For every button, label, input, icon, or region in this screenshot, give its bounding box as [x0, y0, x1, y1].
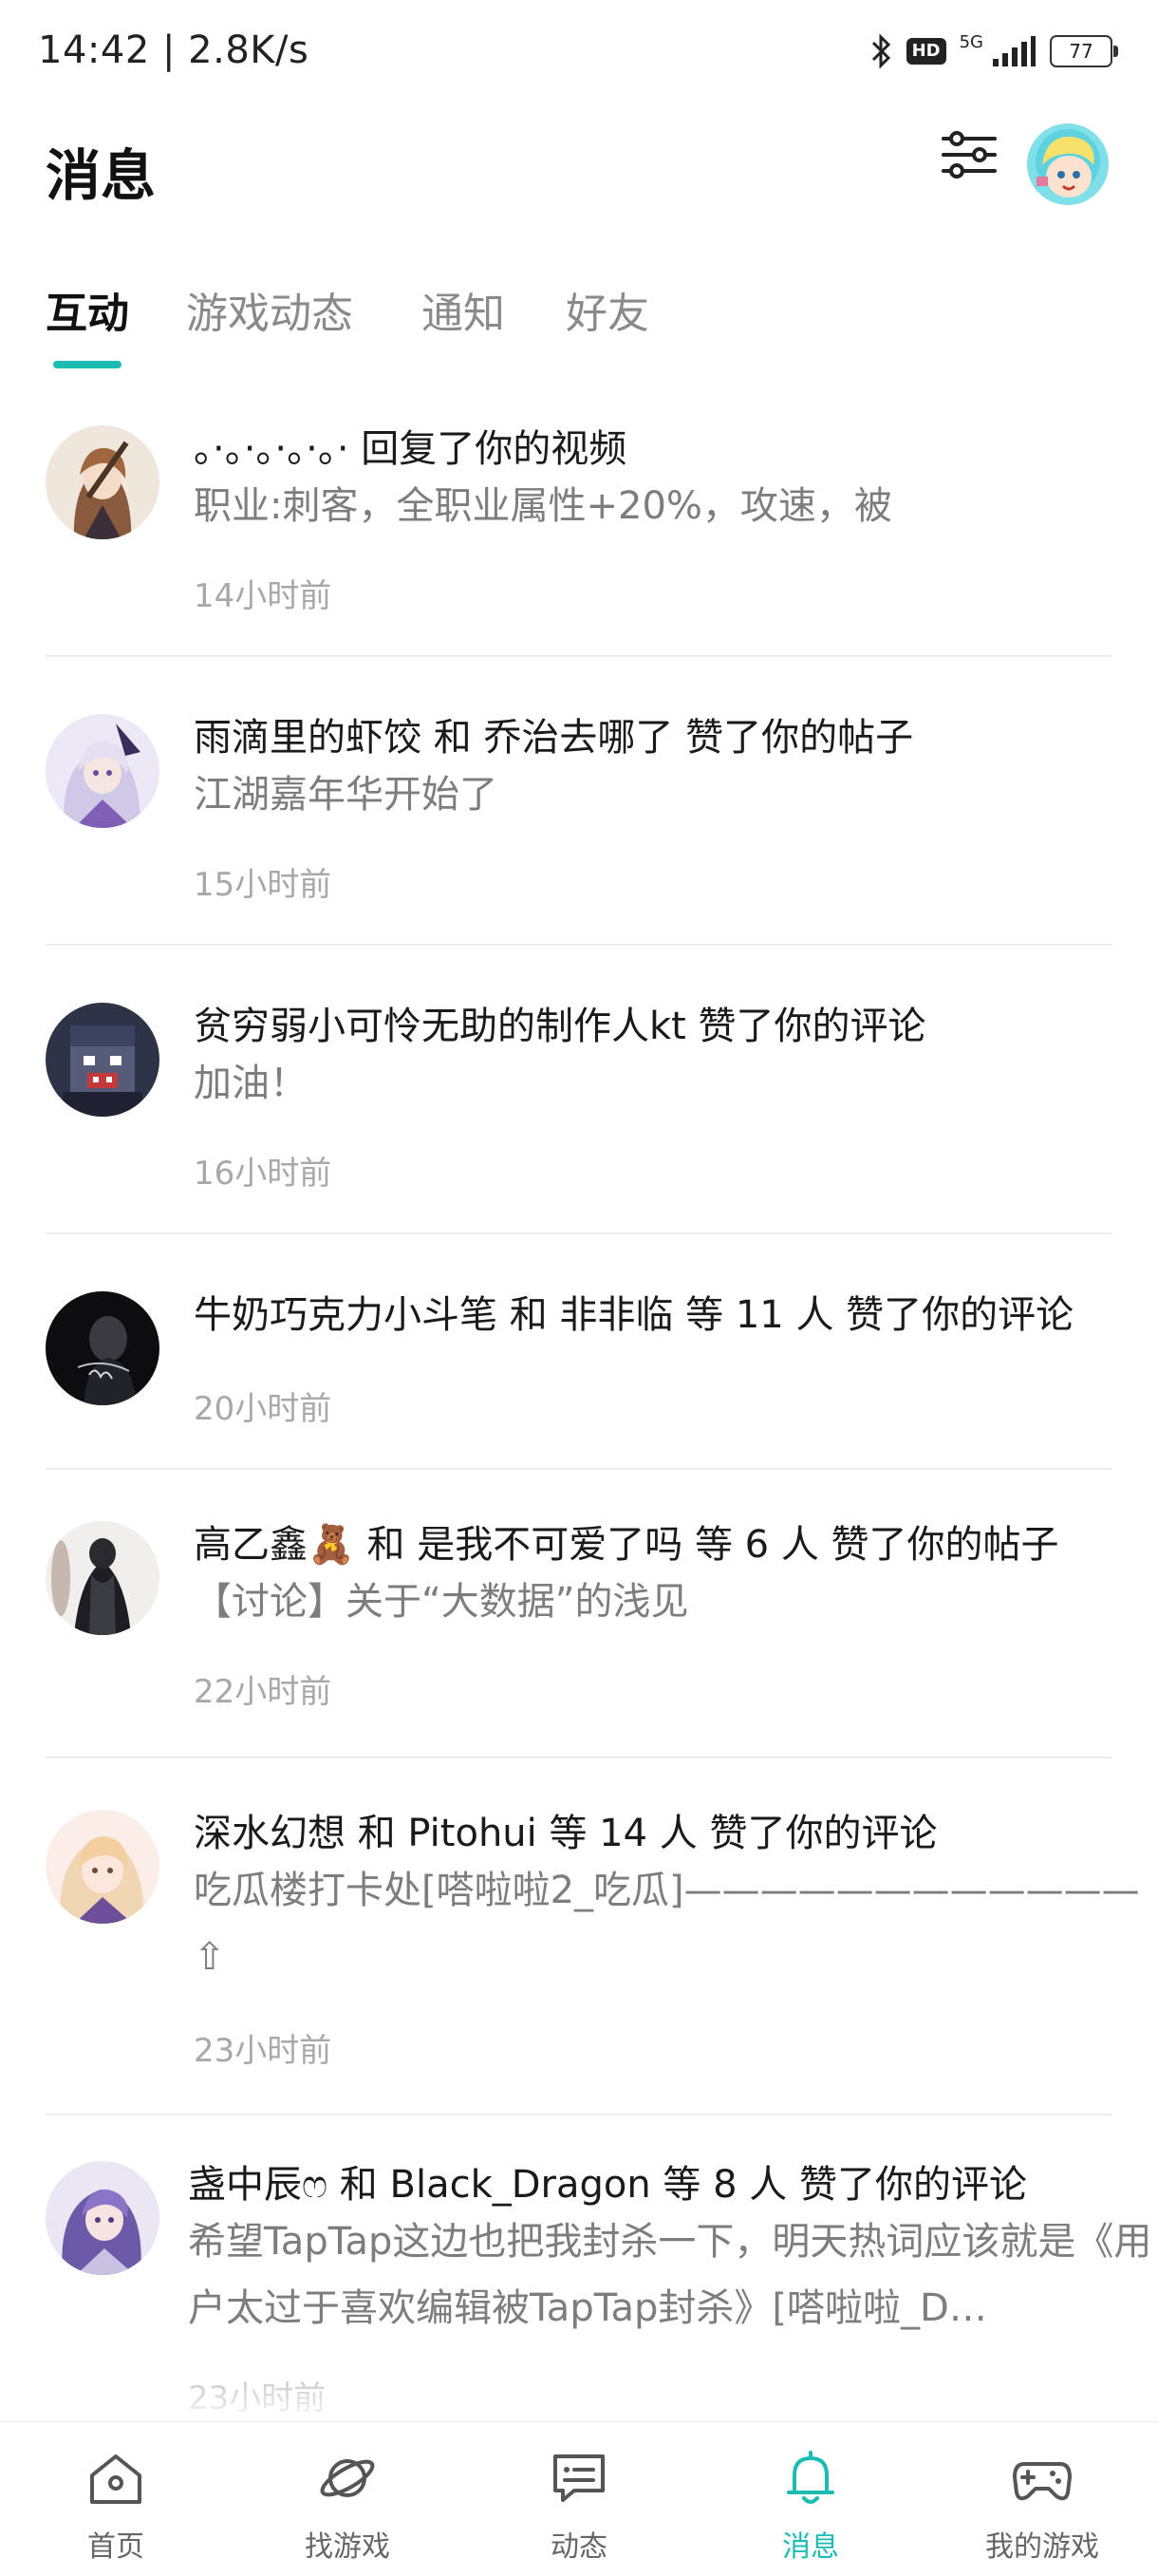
tab-game-updates[interactable]: 游戏动态: [186, 279, 353, 340]
message-title: 。·。·。·。·。· 回复了你的视频: [194, 427, 627, 471]
sender-avatar[interactable]: [46, 1291, 159, 1405]
nav-label: 消息: [782, 2530, 839, 2564]
planet-icon: [320, 2459, 375, 2497]
feed-icon: [553, 2454, 605, 2502]
sender-avatar[interactable]: [46, 425, 159, 539]
network-label: 5G: [959, 31, 983, 52]
status-time: 14:42 | 2.8K/s: [38, 28, 309, 72]
gamepad-icon: [1013, 2462, 1072, 2501]
message-time: 20小时前: [194, 1390, 332, 1428]
signal-icon: [993, 36, 1036, 66]
message-preview: 加油！: [194, 1062, 308, 1105]
filter-button[interactable]: [938, 123, 1000, 186]
status-bar: 14:42 | 2.8K/s HD 5G 77: [0, 0, 1158, 104]
settings-sliders-icon: [942, 131, 997, 179]
message-preview: 吃瓜楼打卡处[嗒啦啦2_吃瓜]————————————: [194, 1869, 1140, 1912]
message-item[interactable]: 高乙鑫🧸 和 是我不可爱了吗 等 6 人 赞了你的帖子 【讨论】关于“大数据”的…: [46, 1468, 1112, 1758]
battery-level: 77: [1069, 40, 1093, 63]
bottom-navigation: 首页 找游戏 动态 消息 我的游戏: [0, 2421, 1158, 2576]
bell-icon: [787, 2451, 834, 2504]
message-time: 14小时前: [194, 577, 332, 615]
message-tabs: 互动 游戏动态 通知 好友: [0, 266, 1158, 370]
battery-icon: 77: [1050, 35, 1118, 67]
tab-friends[interactable]: 好友: [566, 279, 649, 340]
nav-label: 找游戏: [305, 2530, 390, 2564]
page-title: 消息: [46, 143, 157, 208]
message-item[interactable]: 雨滴里的虾饺 和 乔治去哪了 赞了你的帖子 江湖嘉年华开始了 15小时前: [46, 655, 1112, 946]
message-title: 雨滴里的虾饺 和 乔治去哪了 赞了你的帖子: [194, 716, 914, 760]
home-icon: [90, 2454, 141, 2504]
nav-label: 动态: [551, 2530, 607, 2564]
message-title: 深水幻想 和 Pitohui 等 14 人 赞了你的评论: [194, 1812, 938, 1855]
bluetooth-icon: [871, 33, 890, 69]
message-preview: 职业:刺客，全职业属性+20%，攻速，被: [194, 484, 892, 528]
message-time: 16小时前: [194, 1155, 332, 1193]
tab-notifications[interactable]: 通知: [421, 279, 505, 340]
nav-home[interactable]: 首页: [21, 2445, 211, 2564]
header: 消息: [0, 104, 1158, 247]
message-preview-arrow: ⇧: [194, 1935, 226, 1979]
nav-my-games[interactable]: 我的游戏: [947, 2445, 1137, 2564]
hd-badge: HD: [906, 38, 946, 65]
message-preview: 江湖嘉年华开始了: [194, 773, 497, 817]
active-tab-indicator: [53, 361, 121, 368]
message-time: 23小时前: [194, 2032, 332, 2070]
message-item[interactable]: 贫穷弱小可怜无助的制作人kt 赞了你的评论 加油！ 16小时前: [46, 944, 1112, 1234]
nav-find-games[interactable]: 找游戏: [252, 2445, 442, 2564]
message-item[interactable]: 牛奶巧克力小斗笔 和 非非临 等 11 人 赞了你的评论 20小时前: [46, 1232, 1112, 1470]
message-title: 贫穷弱小可怜无助的制作人kt 赞了你的评论: [194, 1005, 926, 1048]
message-preview: 【讨论】关于“大数据”的浅见: [194, 1580, 689, 1624]
nav-feed[interactable]: 动态: [484, 2445, 674, 2564]
status-icons: HD 5G 77: [870, 30, 1118, 72]
sender-avatar[interactable]: [46, 1810, 159, 1924]
nav-messages[interactable]: 消息: [716, 2445, 906, 2564]
nav-label: 首页: [87, 2530, 144, 2564]
message-title: 高乙鑫🧸 和 是我不可爱了吗 等 6 人 赞了你的帖子: [194, 1523, 1059, 1567]
message-time: 15小时前: [194, 866, 332, 904]
user-avatar-image: [1027, 123, 1109, 205]
message-title: 盏中辰ෆ 和 Black_Dragon 等 8 人 赞了你的评论: [188, 2163, 1028, 2207]
message-title: 牛奶巧克力小斗笔 和 非非临 等 11 人 赞了你的评论: [194, 1293, 1074, 1337]
sender-avatar[interactable]: [46, 2161, 159, 2275]
message-item[interactable]: 深水幻想 和 Pitohui 等 14 人 赞了你的评论 吃瓜楼打卡处[嗒啦啦2…: [46, 1757, 1140, 2115]
message-item[interactable]: 盏中辰ෆ 和 Black_Dragon 等 8 人 赞了你的评论 希望TapTa…: [46, 2114, 1151, 2427]
user-avatar[interactable]: [1027, 123, 1109, 205]
sender-avatar[interactable]: [46, 714, 159, 828]
sender-avatar[interactable]: [46, 1521, 159, 1635]
sender-avatar[interactable]: [46, 1003, 159, 1117]
message-time: 22小时前: [194, 1673, 332, 1711]
tab-interaction[interactable]: 互动: [46, 279, 129, 340]
nav-label: 我的游戏: [985, 2530, 1099, 2564]
message-item[interactable]: 。·。·。·。·。· 回复了你的视频 职业:刺客，全职业属性+20%，攻速，被 …: [46, 389, 1112, 657]
message-time: 23小时前: [188, 2379, 327, 2417]
message-preview: 希望TapTap这边也把我封杀一下，明天热词应该就是《用户太过于喜欢编辑被Tap…: [188, 2220, 1152, 2330]
